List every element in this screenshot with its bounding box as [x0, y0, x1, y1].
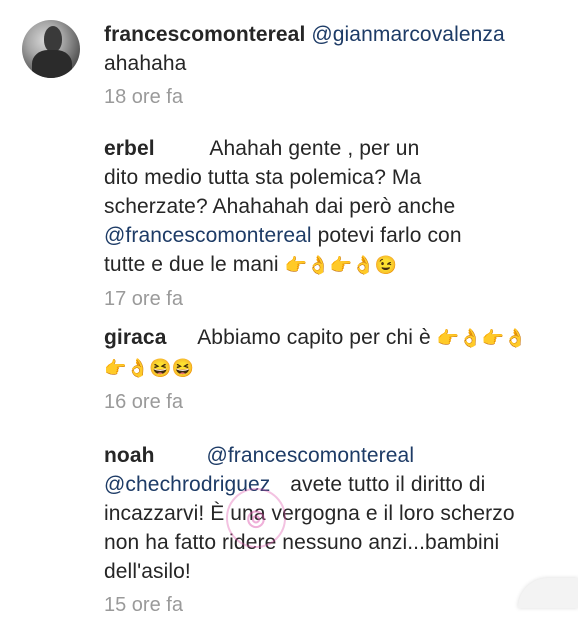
comment-body: potevi farlo con: [317, 224, 462, 247]
comment-mention[interactable]: @francescomontereal: [104, 224, 312, 247]
comment-body: incazzarvi! È una vergogna e il loro sch…: [104, 502, 515, 525]
comment-username[interactable]: giraca: [104, 326, 166, 349]
comment-body: dell'asilo!: [104, 560, 191, 583]
comment-timestamp: 16 ore fa: [104, 391, 183, 413]
comment-text: erbel Ahahah gente , per un dito medio t…: [104, 134, 544, 280]
comment-list: francescomontereal @gianmarcovalenza aha…: [0, 0, 578, 616]
comment-body: scherzate? Ahahahah dai però anche: [104, 195, 456, 218]
comment-item: francescomontereal @gianmarcovalenza aha…: [104, 20, 544, 109]
comment-timestamp: 18 ore fa: [104, 86, 183, 108]
watermark-logo: ◎: [226, 488, 286, 548]
avatar[interactable]: [22, 20, 80, 78]
avatar-head: [44, 26, 62, 52]
comment-body: Abbiamo capito per chi è: [197, 326, 431, 349]
comment-mention[interactable]: @francescomontereal: [206, 444, 414, 467]
comment-body: non ha fatto ridere nessuno anzi...bambi…: [104, 531, 500, 554]
comment-username[interactable]: noah: [104, 444, 155, 467]
comment-timestamp: 15 ore fa: [104, 594, 183, 616]
comment-item: erbel Ahahah gente , per un dito medio t…: [104, 134, 544, 311]
comment-username[interactable]: francescomontereal: [104, 23, 305, 46]
comment-body: tutte e due le mani: [104, 253, 279, 276]
comment-mention[interactable]: @gianmarcovalenza: [311, 23, 504, 46]
emoji-sequence: 👉👌😆😆: [104, 358, 195, 378]
comment-text: giraca Abbiamo capito per chi è 👉👌👉👌 👉👌😆…: [104, 323, 544, 383]
avatar-body: [32, 50, 72, 78]
comment-body: Ahahah gente , per un: [209, 137, 420, 160]
comment-text: francescomontereal @gianmarcovalenza aha…: [104, 20, 544, 78]
comment-body: dito medio tutta sta polemica? Ma: [104, 166, 422, 189]
emoji-sequence: 👉👌👉👌😉: [284, 255, 398, 275]
comment-text: noah @francescomontereal @chechrodriguez…: [104, 441, 544, 586]
emoji-sequence: 👉👌👉👌: [436, 328, 527, 348]
comment-item: noah @francescomontereal @chechrodriguez…: [104, 441, 544, 617]
comment-body: avete tutto il diritto di: [290, 473, 486, 496]
comment-item: giraca Abbiamo capito per chi è 👉👌👉👌 👉👌😆…: [104, 323, 544, 414]
comment-username[interactable]: erbel: [104, 137, 155, 160]
comment-body: ahahaha: [104, 52, 187, 75]
comment-timestamp: 17 ore fa: [104, 288, 183, 310]
